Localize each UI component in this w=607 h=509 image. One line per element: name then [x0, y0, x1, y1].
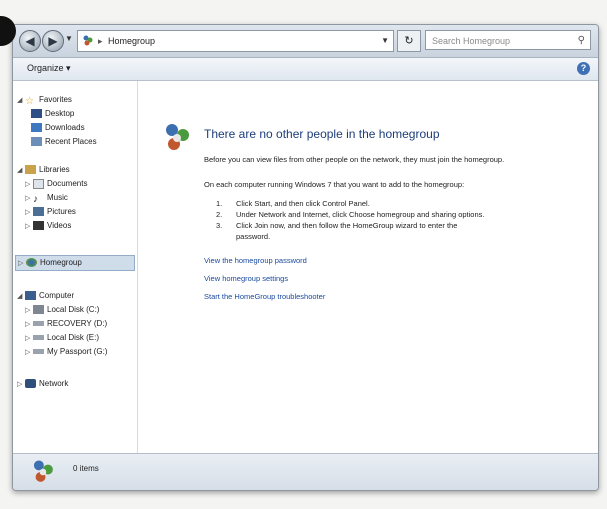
nav-recovery-d-label: RECOVERY (D:) — [47, 319, 108, 328]
collapsed-arrow-icon[interactable]: ▷ — [25, 318, 33, 332]
expand-arrow-icon[interactable]: ◢ — [17, 164, 25, 178]
troubleshooter-link[interactable]: Start the HomeGroup troubleshooter — [204, 292, 325, 301]
nav-pictures[interactable]: ▷ Pictures — [25, 205, 76, 219]
homegroup-icon — [26, 258, 37, 268]
breadcrumb-separator-icon: ▸ — [98, 36, 103, 46]
nav-local-disk-e-label: Local Disk (E:) — [47, 333, 100, 342]
search-placeholder: Search Homegroup — [432, 36, 511, 46]
breadcrumb-item-homegroup[interactable]: Homegroup — [108, 31, 155, 51]
downloads-icon — [31, 123, 42, 133]
pictures-icon — [33, 207, 44, 217]
page-title: There are no other people in the homegro… — [204, 127, 440, 141]
nav-pictures-label: Pictures — [47, 207, 76, 216]
view-settings-link[interactable]: View homegroup settings — [204, 274, 288, 283]
nav-recent-places-label: Recent Places — [45, 137, 97, 146]
nav-videos-label: Videos — [47, 221, 72, 230]
breadcrumb[interactable]: ▸ Homegroup ▼ — [77, 30, 394, 52]
nav-local-disk-e[interactable]: ▷ Local Disk (E:) — [25, 331, 99, 345]
nav-favorites-label: Favorites — [39, 95, 72, 104]
nav-network-label: Network — [39, 379, 69, 388]
documents-icon — [33, 178, 44, 189]
nav-videos[interactable]: ▷ Videos — [25, 219, 71, 233]
collapsed-arrow-icon[interactable]: ▷ — [25, 178, 33, 192]
command-bar: Organize ▾ ? — [13, 58, 598, 81]
step-text: Click Start, and then click Control Pane… — [236, 199, 370, 208]
nav-local-disk-c-label: Local Disk (C:) — [47, 305, 100, 314]
homegroup-small-icon — [83, 35, 93, 46]
nav-documents-label: Documents — [47, 179, 88, 188]
collapsed-arrow-icon[interactable]: ▷ — [25, 304, 33, 318]
collapsed-arrow-icon[interactable]: ▷ — [25, 346, 33, 360]
help-icon[interactable]: ? — [577, 62, 590, 75]
nav-music-label: Music — [47, 193, 68, 202]
nav-my-passport-g[interactable]: ▷ My Passport (G:) — [25, 345, 107, 359]
navigation-pane: ◢ ☆ Favorites Desktop Downloads Recent Pla… — [13, 81, 138, 454]
refresh-button[interactable]: ↻ — [397, 30, 421, 52]
nav-desktop[interactable]: Desktop — [31, 107, 74, 121]
music-icon: ♪ — [33, 194, 38, 206]
nav-downloads-label: Downloads — [45, 123, 85, 132]
forward-button[interactable]: ▶ — [42, 30, 64, 52]
star-icon: ☆ — [25, 96, 34, 108]
back-button[interactable]: ◀ — [19, 30, 41, 52]
nav-computer[interactable]: ◢ Computer — [17, 289, 74, 303]
instruction-text: On each computer running Windows 7 that … — [204, 180, 465, 189]
view-password-link[interactable]: View the homegroup password — [204, 256, 307, 265]
collapsed-arrow-icon[interactable]: ▷ — [25, 192, 33, 206]
recent-places-icon — [31, 137, 42, 147]
address-dropdown-icon[interactable]: ▼ — [381, 31, 389, 51]
item-count: 0 items — [73, 464, 99, 473]
system-drive-icon — [33, 305, 44, 315]
nav-my-passport-g-label: My Passport (G:) — [47, 347, 108, 356]
libraries-icon — [25, 165, 36, 175]
history-dropdown-icon[interactable]: ▼ — [65, 34, 73, 43]
nav-recovery-d[interactable]: ▷ RECOVERY (D:) — [25, 317, 107, 331]
address-bar: ◀ ▶ ▼ ▸ Homegroup ▼ ↻ Search Homegroup ⚲ — [13, 25, 598, 58]
nav-libraries-label: Libraries — [39, 165, 70, 174]
nav-homegroup[interactable]: ▷ Homegroup — [15, 255, 135, 271]
nav-libraries[interactable]: ◢ Libraries — [17, 163, 70, 177]
network-icon — [25, 379, 36, 389]
details-pane: 0 items — [13, 453, 598, 490]
search-input[interactable]: Search Homegroup ⚲ — [425, 30, 591, 50]
step-text: Under Network and Internet, click Choose… — [236, 210, 485, 219]
computer-icon — [25, 291, 36, 301]
step-number: 1. — [216, 199, 223, 208]
step-text: password. — [236, 232, 271, 241]
drive-icon — [33, 349, 44, 355]
search-icon: ⚲ — [577, 35, 585, 46]
explorer-window: ◀ ▶ ▼ ▸ Homegroup ▼ ↻ Search Homegroup ⚲… — [12, 24, 599, 491]
step-text: Click Join now, and then follow the Home… — [236, 221, 458, 230]
drive-icon — [33, 335, 44, 341]
content-pane: There are no other people in the homegro… — [138, 81, 598, 454]
collapsed-arrow-icon[interactable]: ▷ — [25, 332, 33, 346]
collapsed-arrow-icon[interactable]: ▷ — [17, 378, 25, 392]
collapsed-arrow-icon[interactable]: ▷ — [25, 206, 33, 220]
nav-music[interactable]: ▷ ♪ Music — [25, 191, 68, 205]
nav-documents[interactable]: ▷ Documents — [25, 177, 87, 191]
nav-desktop-label: Desktop — [45, 109, 75, 118]
step-number: 3. — [216, 221, 223, 230]
nav-computer-label: Computer — [39, 291, 75, 300]
nav-recent-places[interactable]: Recent Places — [31, 135, 97, 149]
collapsed-arrow-icon[interactable]: ▷ — [25, 220, 33, 234]
nav-downloads[interactable]: Downloads — [31, 121, 85, 135]
nav-favorites[interactable]: ◢ ☆ Favorites — [17, 93, 72, 107]
organize-button[interactable]: Organize ▾ — [27, 63, 71, 74]
homegroup-icon — [166, 124, 189, 150]
nav-homegroup-label: Homegroup — [40, 258, 82, 267]
expand-arrow-icon[interactable]: ◢ — [17, 94, 25, 108]
step-number: 2. — [216, 210, 223, 219]
intro-text: Before you can view files from other peo… — [204, 155, 505, 164]
collapsed-arrow-icon[interactable]: ▷ — [18, 257, 26, 271]
videos-icon — [33, 221, 44, 231]
nav-local-disk-c[interactable]: ▷ Local Disk (C:) — [25, 303, 99, 317]
nav-network[interactable]: ▷ Network — [17, 377, 68, 391]
desktop-icon — [31, 109, 42, 119]
drive-icon — [33, 321, 44, 327]
expand-arrow-icon[interactable]: ◢ — [17, 290, 25, 304]
homegroup-icon — [33, 460, 53, 482]
